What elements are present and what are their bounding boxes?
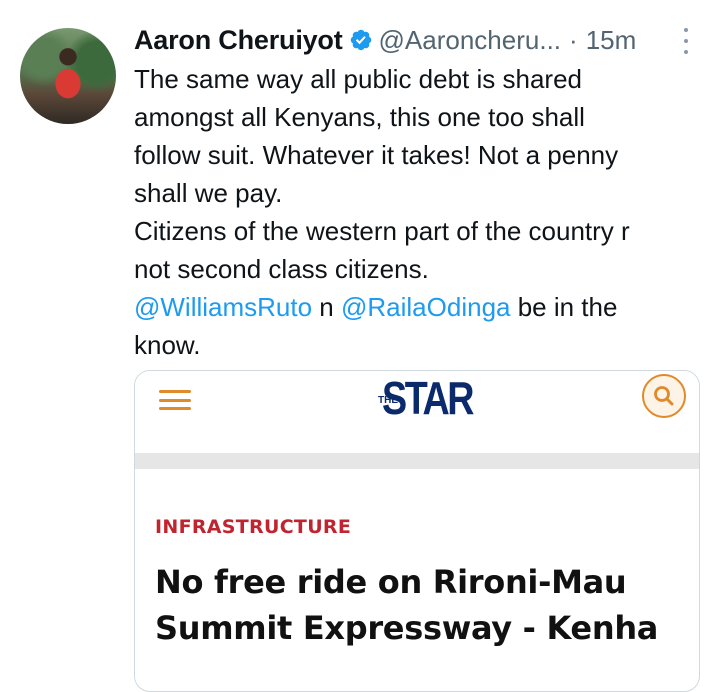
headline-line: No free ride on Rironi-Mau [155, 563, 627, 601]
tweet-text-line: follow suit. Whatever it takes! Not a pe… [134, 140, 619, 170]
verified-badge-icon [350, 29, 371, 51]
tweet-mention-line: @WilliamsRuto n @RailaOdinga be in the [134, 288, 709, 326]
tweet-header: Aaron Cheruiyot @Aaroncheru... · 15m [134, 20, 704, 60]
link-preview-card[interactable]: STAR THE INFRASTRUCTURE No free ride on … [134, 370, 700, 692]
avatar[interactable] [20, 28, 116, 124]
tweet-text: The same way all public debt is shared a… [134, 60, 709, 364]
the-star-logo: STAR THE [378, 371, 475, 427]
article-headline[interactable]: No free ride on Rironi-Mau Summit Expres… [155, 559, 695, 651]
author-name[interactable]: Aaron Cheruiyot [134, 25, 343, 56]
tweet-text-line: know. [134, 330, 201, 360]
tweet-text-line: amongst all Kenyans, this one too shall [134, 102, 585, 132]
mention-connector: n [312, 292, 341, 322]
mention-trailing-text: be in the [510, 292, 618, 322]
mention-link-williamsruto[interactable]: @WilliamsRuto [134, 292, 312, 322]
tweet-text-line: The same way all public debt is shared [134, 64, 583, 94]
author-handle[interactable]: @Aaroncheru... [379, 25, 561, 56]
headline-line: Summit Expressway - Kenha [155, 609, 659, 647]
tweet-text-line: Citizens of the western part of the coun… [134, 216, 630, 246]
card-site-header: STAR THE [135, 371, 699, 453]
logo-prefix: THE [378, 395, 398, 406]
tweet-timestamp[interactable]: 15m [586, 25, 637, 56]
card-divider [135, 453, 699, 469]
tweet-text-line: not second class citizens. [134, 254, 429, 284]
search-icon[interactable] [642, 374, 686, 418]
article-category: INFRASTRUCTURE [155, 516, 352, 538]
mention-link-railaodinga[interactable]: @RailaOdinga [341, 292, 510, 322]
hamburger-menu-icon[interactable] [159, 390, 191, 410]
separator-dot: · [569, 24, 578, 55]
more-options-icon[interactable] [674, 26, 698, 56]
tweet-text-line: shall we pay. [134, 178, 283, 208]
